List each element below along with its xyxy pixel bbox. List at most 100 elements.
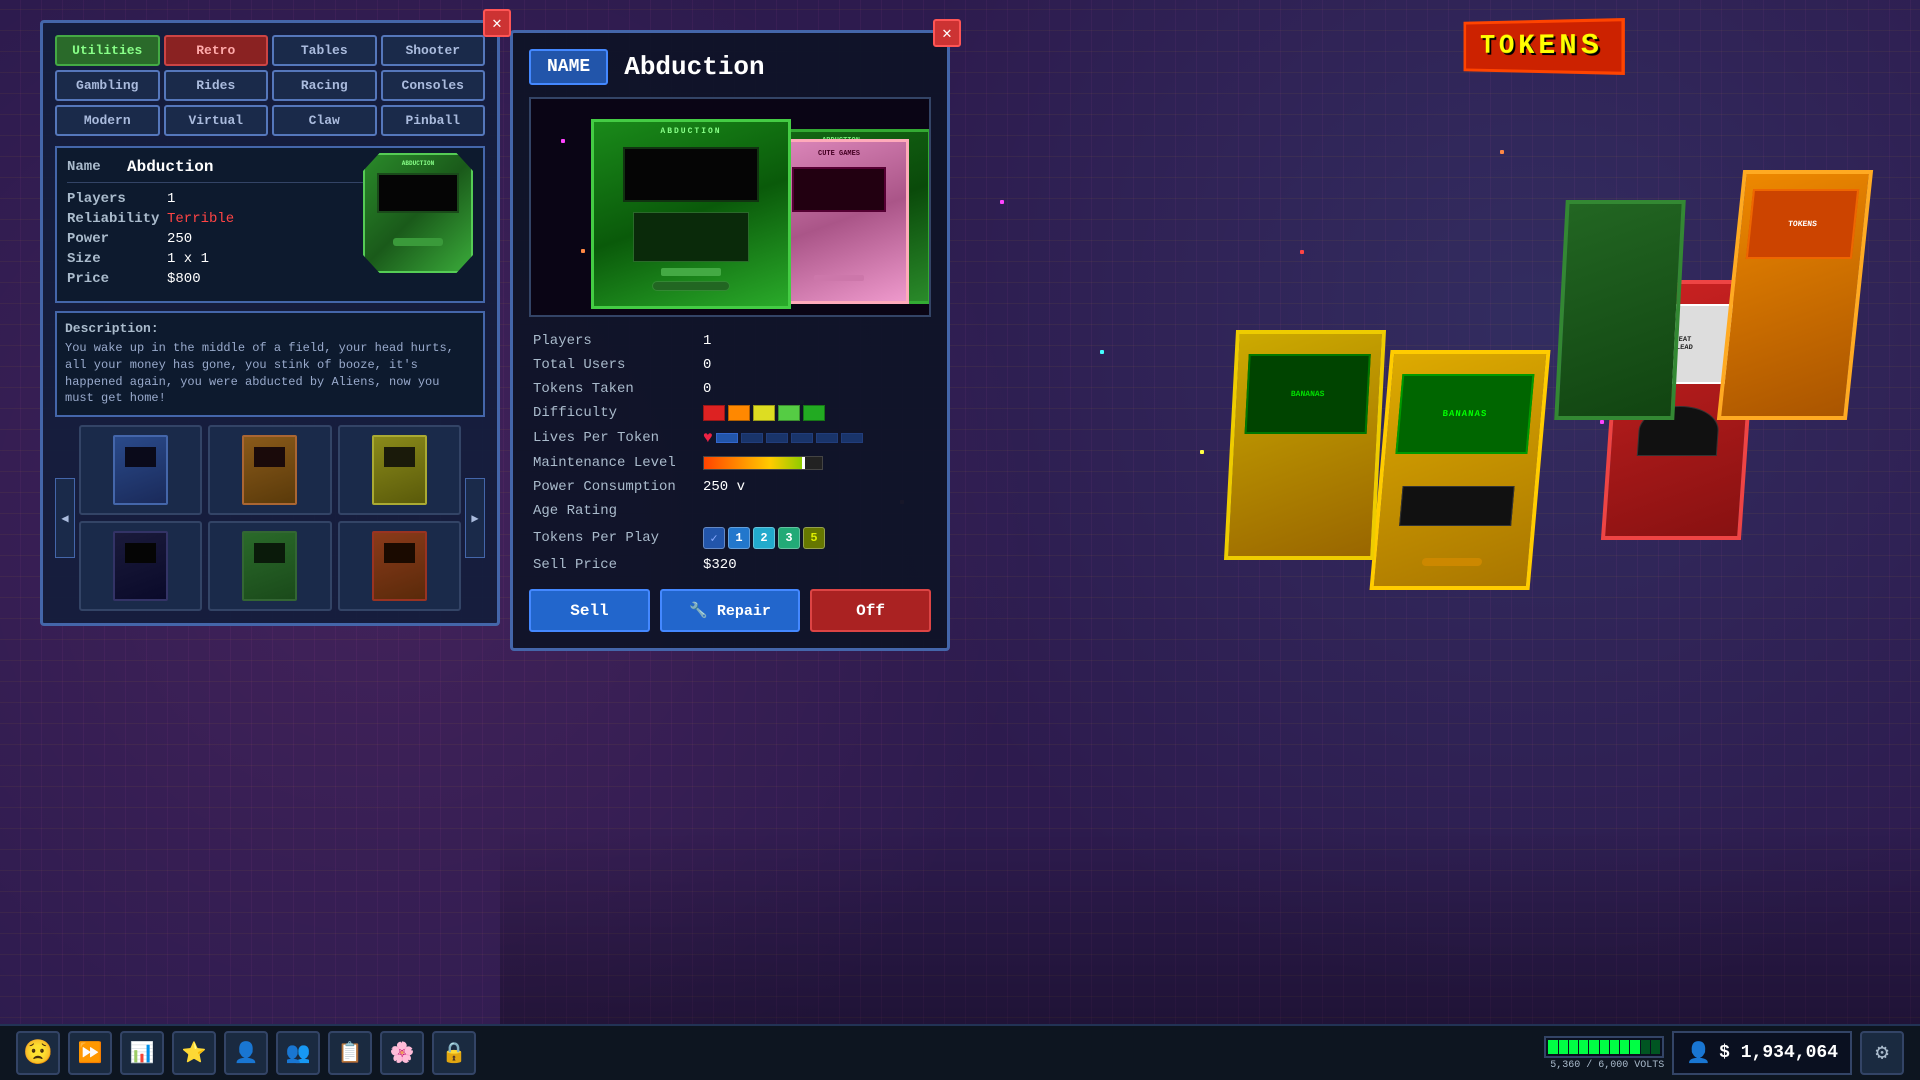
bg-arcade-banana2: BANANAS [1224, 330, 1386, 560]
modal-close-button[interactable]: ✕ [933, 19, 961, 47]
tab-consoles[interactable]: Consoles [381, 70, 486, 101]
repair-button[interactable]: 🔧 Repair [660, 589, 800, 632]
group-icon: 👥 [286, 1040, 311, 1066]
chart-button[interactable]: 📊 [120, 1031, 164, 1075]
power-label: 5,360 / 6,000 VOLTS [1550, 1060, 1664, 1071]
power-seg-4 [1579, 1040, 1588, 1054]
power-segments [1546, 1038, 1662, 1056]
tab-racing[interactable]: Racing [272, 70, 377, 101]
tab-pinball[interactable]: Pinball [381, 105, 486, 136]
list-icon: 📋 [338, 1040, 363, 1066]
lock-icon: 🔒 [442, 1040, 467, 1066]
thumbnail-2[interactable] [208, 425, 331, 515]
group-button[interactable]: 👥 [276, 1031, 320, 1075]
tab-tables[interactable]: Tables [272, 35, 377, 66]
person-button[interactable]: 👤 [224, 1031, 268, 1075]
price-label: Price [67, 271, 167, 287]
maintenance-marker [802, 457, 805, 469]
thumbnails-grid [79, 425, 461, 611]
scroll-right-button[interactable]: ▶ [465, 478, 485, 558]
thumbnail-4[interactable] [79, 521, 202, 611]
scroll-left-button[interactable]: ◀ [55, 478, 75, 558]
list-button[interactable]: 📋 [328, 1031, 372, 1075]
stat-maintenance: Maintenance Level [533, 455, 927, 471]
category-tabs: Utilities Retro Tables Shooter Gambling … [55, 35, 485, 136]
stat-difficulty: Difficulty [533, 405, 927, 421]
description-box: Description: You wake up in the middle o… [55, 311, 485, 417]
tab-claw[interactable]: Claw [272, 105, 377, 136]
money-value: $ 1,934,064 [1719, 1043, 1838, 1063]
thumbnail-1[interactable] [79, 425, 202, 515]
settings-icon: ⚙ [1875, 1040, 1888, 1066]
difficulty-seg-3 [753, 405, 775, 421]
tab-retro[interactable]: Retro [164, 35, 269, 66]
total-users-value: 0 [703, 357, 711, 373]
power-consumption-label: Power Consumption [533, 479, 703, 495]
life-seg-5 [816, 433, 838, 443]
power-seg-1 [1548, 1040, 1557, 1054]
stat-power: Power Consumption 250 v [533, 479, 927, 495]
difficulty-seg-5 [803, 405, 825, 421]
left-panel: ✕ Utilities Retro Tables Shooter Gamblin… [40, 20, 500, 626]
name-label: Name [67, 159, 127, 175]
difficulty-seg-4 [778, 405, 800, 421]
difficulty-seg-1 [703, 405, 725, 421]
power-seg-6 [1600, 1040, 1609, 1054]
sell-button[interactable]: Sell [529, 589, 650, 632]
name-badge: NAME [529, 49, 608, 85]
players-value: 1 [167, 191, 175, 207]
scatter-dot [1100, 350, 1104, 354]
mood-button[interactable]: 😟 [16, 1031, 60, 1075]
action-buttons: Sell 🔧 Repair Off [529, 589, 931, 632]
tokens-per-play-bar: ✓ 1 2 3 5 [703, 527, 825, 549]
players-value: 1 [703, 333, 711, 349]
power-seg-2 [1559, 1040, 1568, 1054]
machine-detail-modal: ✕ NAME Abduction ABDUCTION [510, 30, 950, 651]
maintenance-fill [704, 457, 804, 469]
modal-title: Abduction [624, 52, 764, 82]
sell-price-label: Sell Price [533, 557, 703, 573]
thumbnail-5[interactable] [208, 521, 331, 611]
tab-rides[interactable]: Rides [164, 70, 269, 101]
thumbnail-6[interactable] [338, 521, 461, 611]
maintenance-label: Maintenance Level [533, 455, 703, 471]
token-badge-1: 1 [728, 527, 750, 549]
life-seg-3 [766, 433, 788, 443]
tab-utilities[interactable]: Utilities [55, 35, 160, 66]
off-button[interactable]: Off [810, 589, 931, 632]
thumbnail-3[interactable] [338, 425, 461, 515]
stat-age-rating: Age Rating [533, 503, 927, 519]
tab-virtual[interactable]: Virtual [164, 105, 269, 136]
tokens-taken-value: 0 [703, 381, 711, 397]
description-title: Description: [65, 321, 475, 336]
lock-button[interactable]: 🔒 [432, 1031, 476, 1075]
fast-forward-button[interactable]: ⏩ [68, 1031, 112, 1075]
mood-icon: 😟 [23, 1038, 53, 1068]
token-badge-3: 3 [778, 527, 800, 549]
lives-label: Lives Per Token [533, 430, 703, 446]
tab-gambling[interactable]: Gambling [55, 70, 160, 101]
life-seg-4 [791, 433, 813, 443]
stat-total-users: Total Users 0 [533, 357, 927, 373]
flower-button[interactable]: 🌸 [380, 1031, 424, 1075]
scatter-dot [1300, 250, 1304, 254]
tab-modern[interactable]: Modern [55, 105, 160, 136]
token-badge-2: 2 [753, 527, 775, 549]
star-button[interactable]: ⭐ [172, 1031, 216, 1075]
machine-preview: ABDUCTION [363, 153, 473, 273]
difficulty-label: Difficulty [533, 405, 703, 421]
reliability-label: Reliability [67, 211, 167, 227]
difficulty-bar [703, 405, 825, 421]
power-seg-11 [1651, 1040, 1660, 1054]
scatter-dot [1500, 150, 1504, 154]
tokens-sign: TOKENS [1464, 18, 1625, 75]
machine-image: ABDUCTION ABDUCTION CUTE GAMES [529, 97, 931, 317]
bg-arcade-green [1554, 200, 1686, 420]
img-dot [561, 139, 565, 143]
price-row: Price $800 [67, 271, 473, 287]
left-panel-close-button[interactable]: ✕ [483, 9, 511, 37]
token-badge-5: 5 [803, 527, 825, 549]
token-check-badge: ✓ [703, 527, 725, 549]
tab-shooter[interactable]: Shooter [381, 35, 486, 66]
settings-button[interactable]: ⚙ [1860, 1031, 1904, 1075]
